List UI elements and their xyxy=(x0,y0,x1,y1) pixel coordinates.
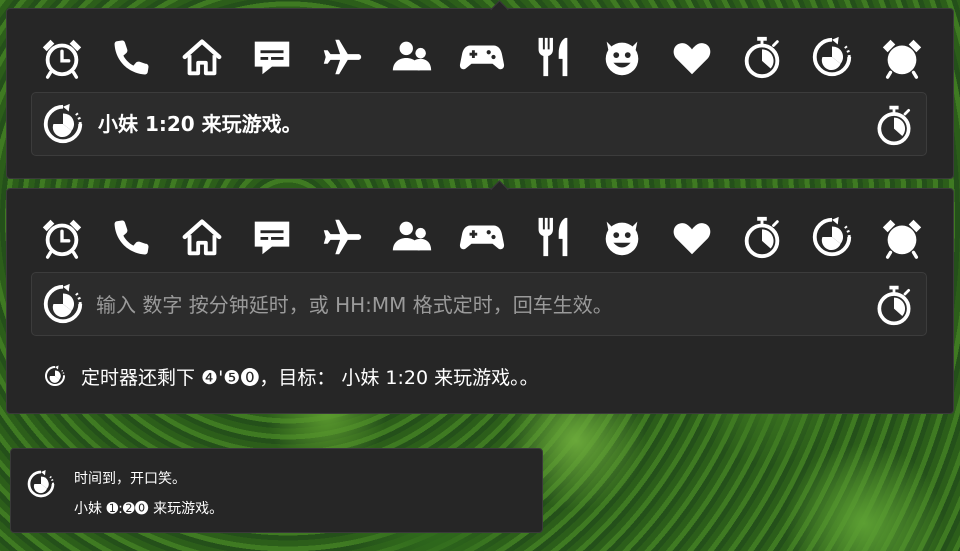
timer-field-value[interactable]: 小妹 1:20 来玩游戏。 xyxy=(98,93,302,155)
notification-title: 时间到，开口笑。 xyxy=(74,471,186,487)
devil-face-icon[interactable] xyxy=(597,212,647,262)
message-icon[interactable] xyxy=(247,212,297,262)
icon-bar xyxy=(37,211,927,263)
alarm-clock-icon[interactable] xyxy=(37,32,87,82)
gamepad-icon[interactable] xyxy=(457,212,507,262)
timer-status-text: 定时器还剩下 ❹'❺⓿，目标： 小妹 1:20 来玩游戏。。 xyxy=(81,366,539,389)
people-icon[interactable] xyxy=(387,212,437,262)
heart-icon[interactable] xyxy=(667,212,717,262)
alarm-bell-icon[interactable] xyxy=(877,212,927,262)
phone-icon[interactable] xyxy=(107,32,157,82)
stopwatch-icon[interactable] xyxy=(872,283,916,327)
devil-face-icon[interactable] xyxy=(597,32,647,82)
timer-status: 定时器还剩下 ❹'❺⓿，目标： 小妹 1:20 来玩游戏。。 xyxy=(43,361,539,391)
home-icon[interactable] xyxy=(177,212,227,262)
timer-refresh-icon xyxy=(25,468,57,500)
timer-popup-empty: 定时器还剩下 ❹'❺⓿，目标： 小妹 1:20 来玩游戏。。 xyxy=(6,180,954,414)
airplane-icon[interactable] xyxy=(317,212,367,262)
airplane-icon[interactable] xyxy=(317,32,367,82)
timer-field[interactable]: 小妹 1:20 来玩游戏。 xyxy=(31,92,927,156)
alarm-clock-icon[interactable] xyxy=(37,212,87,262)
icon-bar xyxy=(37,31,927,83)
timer-refresh-icon[interactable] xyxy=(807,32,857,82)
notification-message: 小妹 ➊:➋⓿ 来玩游戏。 xyxy=(74,501,224,517)
timer-popup-filled: 小妹 1:20 来玩游戏。 xyxy=(6,0,954,179)
fork-knife-icon[interactable] xyxy=(527,32,577,82)
stopwatch-icon[interactable] xyxy=(737,212,787,262)
message-icon[interactable] xyxy=(247,32,297,82)
timer-refresh-icon xyxy=(43,364,67,388)
alarm-bell-icon[interactable] xyxy=(877,32,927,82)
gamepad-icon[interactable] xyxy=(457,32,507,82)
timer-refresh-icon xyxy=(40,101,86,147)
popup-pointer xyxy=(490,180,509,199)
notification-toast[interactable]: 时间到，开口笑。 小妹 ➊:➋⓿ 来玩游戏。 xyxy=(10,448,543,533)
popup-pointer xyxy=(490,0,509,19)
people-icon[interactable] xyxy=(387,32,437,82)
timer-input[interactable] xyxy=(94,285,838,325)
timer-input-field[interactable] xyxy=(31,272,927,336)
timer-refresh-icon[interactable] xyxy=(807,212,857,262)
timer-refresh-icon xyxy=(40,281,86,327)
stopwatch-icon[interactable] xyxy=(872,103,916,147)
phone-icon[interactable] xyxy=(107,212,157,262)
stopwatch-icon[interactable] xyxy=(737,32,787,82)
home-icon[interactable] xyxy=(177,32,227,82)
heart-icon[interactable] xyxy=(667,32,717,82)
fork-knife-icon[interactable] xyxy=(527,212,577,262)
